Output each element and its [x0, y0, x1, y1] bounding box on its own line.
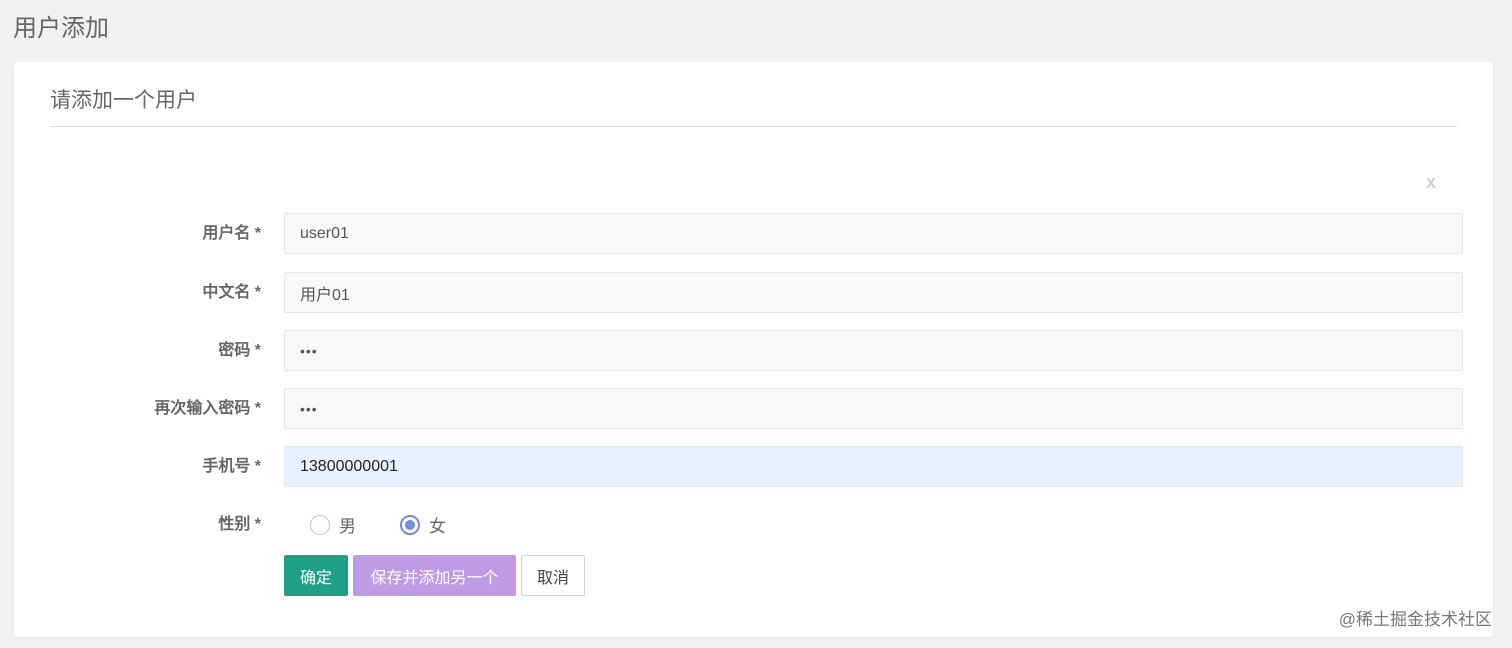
- phone-input[interactable]: [284, 446, 1463, 487]
- panel-divider: [50, 126, 1457, 127]
- cancel-button[interactable]: 取消: [521, 555, 585, 596]
- form-row-gender: 性别 * 男 女: [14, 504, 1493, 545]
- phone-label: 手机号 *: [202, 458, 261, 475]
- confirm-password-input[interactable]: [284, 388, 1463, 429]
- username-input[interactable]: [284, 213, 1463, 254]
- form-row-phone: 手机号 *: [14, 446, 1493, 487]
- username-label: 用户名 *: [202, 225, 261, 242]
- gender-radio-group: 男 女: [310, 504, 490, 545]
- panel-heading: 请添加一个用户: [50, 89, 197, 112]
- password-input[interactable]: [284, 330, 1463, 371]
- watermark: @稀土掘金技术社区: [1338, 610, 1492, 629]
- gender-option-label: 女: [429, 517, 446, 536]
- chinese-name-input[interactable]: [284, 272, 1463, 313]
- gender-label: 性别 *: [218, 516, 261, 533]
- confirm-button[interactable]: 确定: [284, 555, 348, 596]
- chinese-name-label: 中文名 *: [202, 284, 261, 301]
- form-row-chinese-name: 中文名 *: [14, 272, 1493, 313]
- form-row-confirm-password: 再次输入密码 *: [14, 388, 1493, 429]
- radio-checked-icon[interactable]: [400, 514, 420, 535]
- gender-option-label: 男: [339, 517, 356, 536]
- radio-unchecked-icon[interactable]: [310, 514, 330, 535]
- close-icon[interactable]: x: [1426, 172, 1436, 192]
- page-title: 用户添加: [13, 15, 109, 42]
- add-user-panel: 请添加一个用户 x 用户名 * 中文名 * 密码 * 再次输入密码 * 手机号 …: [14, 62, 1493, 637]
- gender-option-female[interactable]: 女: [400, 512, 446, 537]
- save-and-add-another-button[interactable]: 保存并添加另一个: [353, 555, 516, 596]
- gender-option-male[interactable]: 男: [310, 512, 356, 537]
- form-row-username: 用户名 *: [14, 213, 1493, 254]
- confirm-password-label: 再次输入密码 *: [154, 400, 261, 417]
- form-row-password: 密码 *: [14, 330, 1493, 371]
- password-label: 密码 *: [218, 342, 261, 359]
